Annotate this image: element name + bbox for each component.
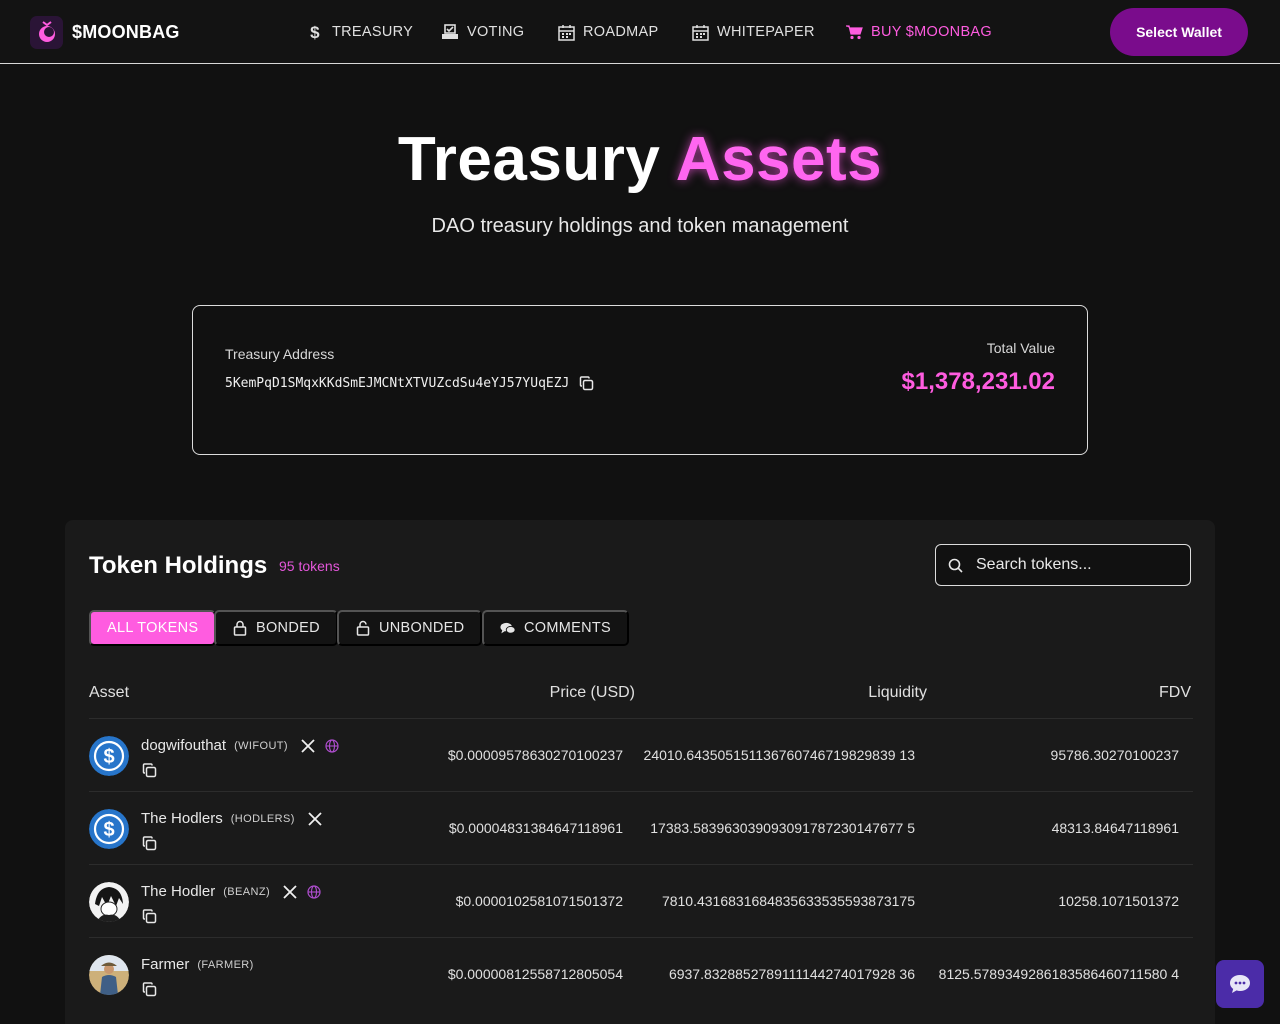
token-liquidity: 17383.583963039093091787230147677 5 xyxy=(650,820,915,836)
token-fdv: 8125.5789349286183586460711580 4 xyxy=(938,966,1179,982)
tab-label: COMMENTS xyxy=(524,620,611,636)
chat-bubble-icon xyxy=(1230,975,1250,993)
token-symbol: (WIFOUT) xyxy=(234,739,288,752)
token-liquidity: 6937.8328852789111144274017928 36 xyxy=(668,966,915,982)
token-name: The Hodler xyxy=(141,883,216,900)
token-price: $0.00009578630270100237 xyxy=(447,747,623,763)
table-row[interactable]: The Hodler (BEANZ) $0.000010258107150137… xyxy=(89,864,1193,937)
token-name: dogwifouthat xyxy=(141,737,227,754)
token-name: Farmer xyxy=(141,956,190,973)
select-wallet-button[interactable]: Select Wallet xyxy=(1110,8,1248,56)
table-row[interactable]: Farmer (FARMER) $0.00000812558712805054 … xyxy=(89,937,1193,1010)
token-price: $0.0000102581071501372 xyxy=(455,893,623,909)
token-name: The Hodlers xyxy=(141,810,223,827)
tab-all-tokens[interactable]: ALL TOKENS xyxy=(89,610,217,646)
navbar: $MOONBAG $ TREASURY VOTING ROADMAP WHITE… xyxy=(0,0,1280,64)
column-header-asset: Asset xyxy=(89,684,130,701)
token-fdv: 95786.30270100237 xyxy=(1050,747,1179,763)
column-header-price: Price (USD) xyxy=(549,684,635,701)
comments-icon xyxy=(500,620,516,636)
treasury-address-value: 5KemPqD1SMqxKKdSmEJMCNtXTVUZcdSu4eYJ57YU… xyxy=(225,375,570,391)
x-twitter-icon[interactable] xyxy=(300,738,316,754)
nav-whitepaper[interactable]: WHITEPAPER xyxy=(691,21,815,43)
unlock-icon xyxy=(355,620,371,636)
nav-voting[interactable]: VOTING xyxy=(441,21,524,43)
token-symbol: (BEANZ) xyxy=(223,885,271,898)
tab-unbonded[interactable]: UNBONDED xyxy=(337,610,483,646)
total-value-label: Total Value xyxy=(986,340,1055,356)
token-price: $0.00004831384647118961 xyxy=(448,820,623,836)
brand[interactable]: $MOONBAG xyxy=(30,15,180,49)
svg-text:$: $ xyxy=(103,819,114,841)
treasury-address: 5KemPqD1SMqxKKdSmEJMCNtXTVUZcdSu4eYJ57YU… xyxy=(225,374,595,392)
x-twitter-icon[interactable] xyxy=(307,811,323,827)
token-symbol: (FARMER) xyxy=(197,958,254,971)
copy-icon[interactable] xyxy=(140,761,158,779)
copy-icon[interactable] xyxy=(577,374,595,392)
nav-label: WHITEPAPER xyxy=(717,24,815,40)
copy-icon[interactable] xyxy=(140,907,158,925)
title-main: Treasury xyxy=(397,125,661,194)
ballot-icon xyxy=(441,23,459,41)
calendar-icon xyxy=(557,23,575,41)
search-input[interactable] xyxy=(976,556,1176,574)
x-twitter-icon[interactable] xyxy=(282,884,298,900)
chat-button[interactable] xyxy=(1216,960,1264,1008)
nav-roadmap[interactable]: ROADMAP xyxy=(557,21,658,43)
nav-label: ROADMAP xyxy=(583,24,659,40)
column-header-fdv: FDV xyxy=(1159,684,1191,701)
holdings-title: Token Holdings xyxy=(89,552,268,579)
page-title: Treasury Assets xyxy=(0,124,1280,195)
copy-icon[interactable] xyxy=(140,834,158,852)
token-avatar xyxy=(89,882,129,922)
tab-bonded[interactable]: BONDED xyxy=(214,610,338,646)
asset-name: Farmer (FARMER) xyxy=(141,956,254,973)
copy-icon[interactable] xyxy=(140,980,158,998)
table-row[interactable]: $ The Hodlers (HODLERS) $0.0000483138464… xyxy=(89,791,1193,864)
token-avatar: $ xyxy=(89,809,129,849)
nav-buy-moonbag[interactable]: BUY $MOONBAG xyxy=(845,21,992,43)
svg-text:$: $ xyxy=(310,23,320,41)
column-header-liquidity: Liquidity xyxy=(868,684,927,701)
svg-text:$: $ xyxy=(103,746,114,768)
title-accent: Assets xyxy=(675,125,883,194)
total-value: $1,378,231.02 xyxy=(901,368,1055,395)
brand-name: $MOONBAG xyxy=(72,21,180,42)
dollar-icon: $ xyxy=(306,23,324,41)
token-avatar xyxy=(89,955,129,995)
tab-label: BONDED xyxy=(256,620,320,636)
moonbag-logo-icon xyxy=(30,15,63,49)
asset-name: dogwifouthat (WIFOUT) xyxy=(141,737,340,754)
token-count-badge: 95 tokens xyxy=(279,558,340,574)
lock-icon xyxy=(232,620,248,636)
tab-label: UNBONDED xyxy=(379,620,465,636)
token-fdv: 48313.84647118961 xyxy=(1051,820,1179,836)
calendar-icon xyxy=(691,23,709,41)
token-symbol: (HODLERS) xyxy=(230,812,295,825)
asset-name: The Hodler (BEANZ) xyxy=(141,883,322,900)
token-avatar: $ xyxy=(89,736,129,776)
treasury-address-label: Treasury Address xyxy=(225,346,335,362)
nav-label: VOTING xyxy=(467,24,525,40)
globe-icon[interactable] xyxy=(324,738,340,754)
nav-label: BUY $MOONBAG xyxy=(871,24,992,40)
treasury-summary-card: Treasury Address 5KemPqD1SMqxKKdSmEJMCNt… xyxy=(192,305,1088,455)
cart-icon xyxy=(845,23,863,41)
token-liquidity: 24010.643505151136760746719829839 13 xyxy=(643,747,915,763)
tab-comments[interactable]: COMMENTS xyxy=(482,610,629,646)
token-holdings-panel: Token Holdings 95 tokens ALL TOKENS BOND… xyxy=(65,520,1215,1024)
asset-name: The Hodlers (HODLERS) xyxy=(141,810,323,827)
token-price: $0.00000812558712805054 xyxy=(447,966,623,982)
page-subtitle: DAO treasury holdings and token manageme… xyxy=(431,215,849,237)
globe-icon[interactable] xyxy=(306,884,322,900)
nav-label: TREASURY xyxy=(332,24,414,40)
token-fdv: 10258.1071501372 xyxy=(1058,893,1179,909)
search-box xyxy=(935,544,1191,586)
search-icon xyxy=(948,557,964,573)
tab-label: ALL TOKENS xyxy=(107,620,199,636)
table-row[interactable]: $ dogwifouthat (WIFOUT) $0.0000957863027… xyxy=(89,718,1193,791)
nav-treasury[interactable]: $ TREASURY xyxy=(306,21,413,43)
token-liquidity: 7810.4316831684835633535593873175 xyxy=(661,893,915,909)
